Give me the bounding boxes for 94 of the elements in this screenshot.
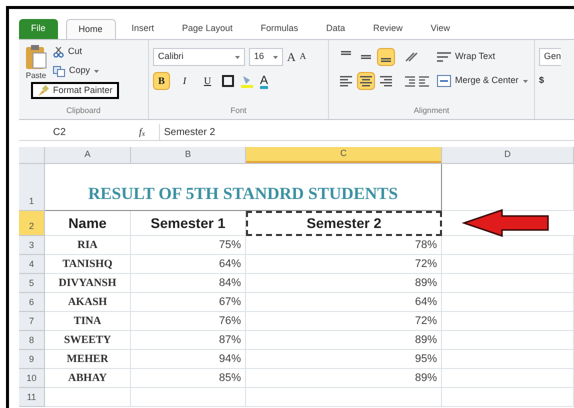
row-header[interactable]: 11 — [19, 388, 45, 407]
score-cell-text: 89% — [414, 370, 437, 386]
header-cell: Semester 1 — [131, 211, 246, 236]
fill-color-icon[interactable] — [240, 74, 254, 88]
center-align-button[interactable] — [357, 72, 375, 90]
shrink-font-button[interactable]: A — [300, 50, 306, 64]
font-name-dropdown[interactable]: Calibri — [153, 48, 245, 66]
row-header[interactable]: 7 — [19, 312, 45, 331]
caret-icon — [522, 80, 528, 82]
score-cell-text: 76% — [218, 314, 241, 329]
ribbon-tab[interactable]: Review — [361, 19, 415, 39]
clipboard-icon — [25, 44, 47, 70]
arrow-icon — [462, 208, 552, 238]
score-cell-text: 94% — [218, 352, 241, 367]
bottom-align-icon — [381, 58, 391, 62]
wrap-text-icon — [437, 51, 451, 63]
ribbon-tab[interactable]: Home — [66, 19, 116, 39]
top-align-icon — [341, 51, 351, 55]
wrap-text-button[interactable]: Wrap Text — [437, 48, 528, 66]
bottom-align-button[interactable] — [377, 48, 395, 66]
indent-icon[interactable] — [405, 75, 429, 87]
row-header[interactable]: 6 — [19, 293, 45, 312]
score-cell-text: 64% — [218, 256, 241, 272]
middle-align-icon — [361, 55, 371, 59]
score-cell-text: 78% — [414, 238, 437, 253]
name-cell-text: ABHAY — [68, 370, 107, 386]
grow-font-button[interactable]: A — [287, 48, 296, 66]
caret-icon — [94, 70, 100, 72]
formula-field[interactable]: Semester 2 — [159, 124, 574, 140]
header-cell: Name — [45, 211, 131, 236]
score-cell-text: 87% — [218, 332, 241, 348]
row-header[interactable]: 10 — [19, 369, 45, 388]
borders-icon[interactable] — [222, 75, 234, 87]
score-cell-text: 85% — [218, 370, 241, 386]
score-cell-text: 89% — [414, 276, 437, 291]
row-header[interactable]: 1 — [19, 164, 45, 211]
underline-button[interactable]: U — [199, 72, 216, 90]
score-cell-text: 64% — [414, 294, 437, 310]
row-header[interactable]: 3 — [19, 236, 45, 255]
name-cell-text: SWEETY — [64, 332, 112, 348]
scissors-icon — [53, 46, 64, 58]
score-cell-text: 72% — [414, 314, 437, 329]
fx-label: f$_{x}$ — [139, 126, 146, 140]
name-box[interactable]: C2 — [19, 124, 139, 140]
copy-icon — [53, 66, 65, 76]
format-painter-button[interactable]: Format Painter — [31, 82, 119, 99]
ribbon-tab[interactable]: Page Layout — [170, 19, 245, 39]
ribbon-tab[interactable]: Formulas — [248, 19, 310, 39]
caret-icon — [273, 56, 278, 58]
file-tab[interactable]: File — [19, 19, 58, 39]
cut-button[interactable]: Cut — [53, 44, 119, 60]
score-cell-text: 84% — [218, 276, 241, 291]
score-cell-text: 67% — [218, 294, 241, 310]
merge-icon — [437, 75, 451, 87]
right-align-icon — [380, 76, 392, 86]
score-cell-text: 89% — [414, 332, 437, 348]
score-cell-text: 72% — [414, 256, 437, 272]
name-cell-text: TINA — [74, 314, 102, 329]
name-cell-text: DIVYANSH — [58, 276, 116, 291]
score-cell-text: 75% — [218, 238, 241, 253]
left-align-icon — [340, 76, 352, 86]
score-cell-text: 95% — [414, 352, 437, 367]
copy-button[interactable]: Copy — [53, 63, 119, 79]
row-header[interactable]: 9 — [19, 350, 45, 369]
caret-icon — [235, 56, 240, 58]
row-header[interactable]: 2 — [19, 211, 45, 236]
column-header[interactable]: D — [442, 147, 574, 163]
row-header[interactable]: 8 — [19, 331, 45, 350]
merge-center-button[interactable]: Merge & Center — [437, 72, 528, 90]
name-cell-text: TANISHQ — [62, 256, 112, 272]
font-size-dropdown[interactable]: 16 — [249, 48, 283, 66]
ribbon-tab[interactable]: Insert — [120, 19, 166, 39]
header-cell: Semester 2 — [246, 211, 442, 236]
column-header[interactable]: A — [45, 147, 131, 163]
group-label: Alignment — [412, 105, 450, 117]
bold-button[interactable]: B — [153, 72, 170, 90]
currency-button[interactable]: $ — [539, 74, 562, 88]
number-format-dropdown[interactable]: Gen — [539, 48, 562, 66]
column-header[interactable]: C — [246, 147, 442, 163]
group-label: Font — [229, 105, 248, 117]
italic-button[interactable]: I — [176, 72, 193, 90]
group-label: Clipboard — [65, 105, 102, 117]
row-header[interactable]: 5 — [19, 274, 45, 293]
row-header[interactable]: 4 — [19, 255, 45, 274]
orientation-icon[interactable] — [405, 51, 419, 63]
font-color-button[interactable]: A — [260, 74, 268, 88]
center-align-icon — [360, 76, 372, 86]
paintbrush-icon — [37, 84, 49, 96]
ribbon-tab[interactable]: Data — [314, 19, 358, 39]
sheet-title: RESULT OF 5TH STANDRD STUDENTS — [88, 182, 398, 204]
ribbon-tab[interactable]: View — [418, 19, 462, 39]
name-cell-text: AKASH — [68, 294, 108, 310]
name-cell-text: RIA — [77, 238, 98, 253]
name-cell-text: MEHER — [66, 352, 108, 367]
